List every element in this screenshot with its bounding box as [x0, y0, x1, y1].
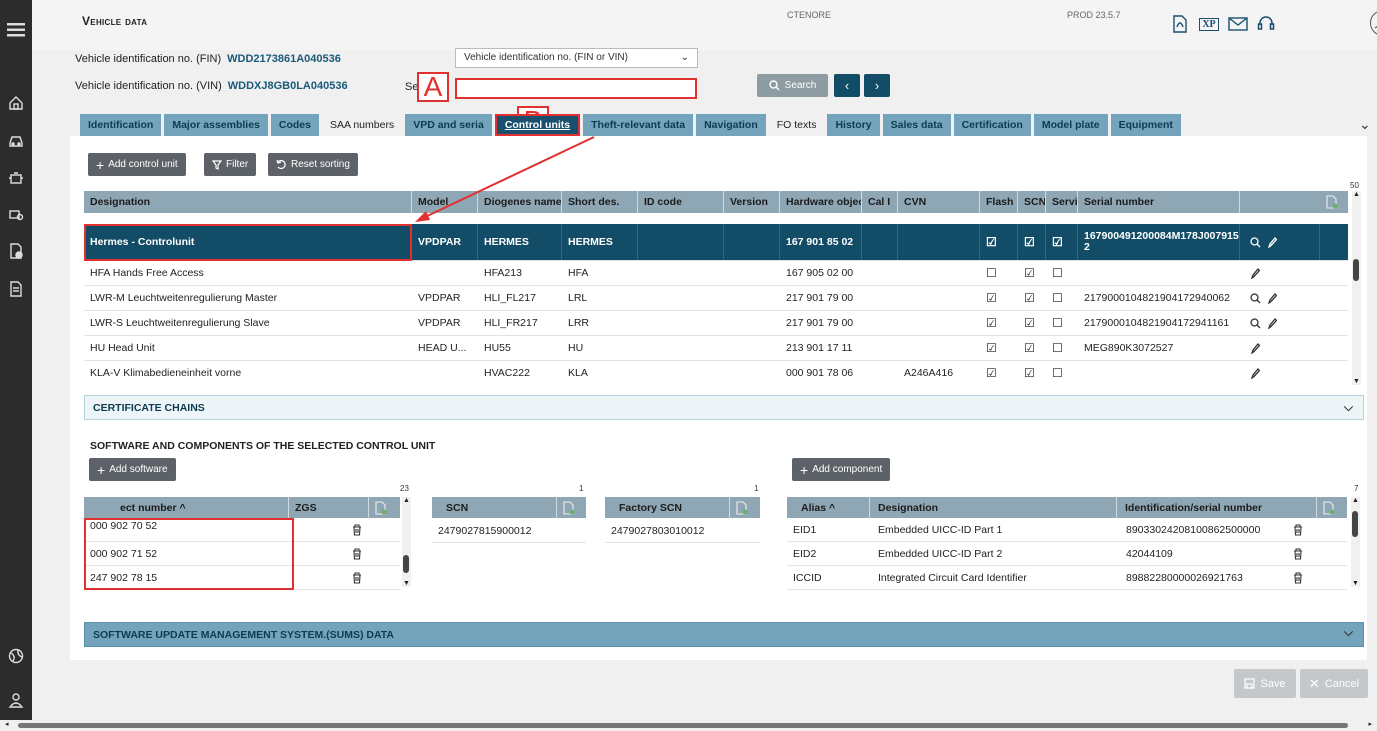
software-col-number[interactable]: ect number ^ — [84, 497, 289, 519]
software-count: 23 — [400, 484, 409, 493]
components-col-alias[interactable]: Alias ^ — [787, 497, 870, 519]
scroll-down-icon: ▼ — [1352, 580, 1359, 587]
scroll-thumb[interactable] — [1352, 511, 1358, 537]
scroll-thumb[interactable] — [18, 723, 1348, 728]
cell-serial: 89033024208100862500000 — [1126, 524, 1261, 536]
software-col-zgs[interactable]: ZGS — [289, 497, 369, 519]
scn-row: 2479027815900012 — [432, 518, 586, 543]
export-icon[interactable] — [557, 497, 586, 519]
plus-icon: + — [97, 461, 106, 478]
export-icon[interactable] — [369, 497, 400, 519]
cell-alias: EID2 — [793, 548, 817, 560]
chevron-down-icon: ⌵ — [1343, 400, 1353, 414]
scroll-up-icon: ▲ — [1352, 497, 1359, 504]
scroll-right-icon: ▸ — [1368, 721, 1372, 728]
cell-designation: Integrated Circuit Card Identifier — [878, 572, 1027, 584]
export-icon[interactable] — [1317, 497, 1347, 519]
cancel-label: Cancel — [1324, 677, 1360, 690]
scroll-up-icon: ▲ — [403, 497, 410, 504]
factory-scn-col[interactable]: Factory SCN — [605, 497, 730, 519]
trash-icon[interactable] — [1287, 542, 1303, 566]
export-icon[interactable] — [730, 497, 760, 519]
cell-alias: ICCID — [793, 572, 822, 584]
trash-icon[interactable] — [1287, 518, 1303, 542]
trash-icon[interactable] — [1287, 566, 1303, 590]
components-col-designation[interactable]: Designation — [870, 497, 1117, 519]
components-col-serial[interactable]: Identification/serial number — [1117, 497, 1317, 519]
table-row[interactable]: EID2 Embedded UICC-ID Part 2 42044109 — [787, 542, 1347, 566]
scroll-thumb[interactable] — [403, 555, 409, 573]
trash-icon[interactable] — [346, 566, 362, 590]
scroll-left-icon: ◂ — [5, 721, 9, 728]
cell-serial: 42044109 — [1126, 548, 1173, 560]
factory-scn-header: Factory SCN — [605, 497, 760, 519]
table-row[interactable]: EID1 Embedded UICC-ID Part 1 8903302420810… — [787, 518, 1347, 542]
cancel-button[interactable]: ✕ Cancel — [1300, 669, 1368, 698]
plus-icon: + — [800, 461, 809, 478]
component-count: 7 — [1354, 484, 1359, 493]
factory-scn-row: 2479027803010012 — [605, 518, 760, 543]
cell-alias: EID1 — [793, 524, 817, 536]
cell-designation: Embedded UICC-ID Part 1 — [878, 524, 1003, 536]
add-component-button[interactable]: + Add component — [792, 458, 891, 481]
highlight-box-software — [84, 518, 294, 590]
scn-value: 2479027815900012 — [438, 524, 532, 537]
cell-serial: 89882280000026921763 — [1126, 572, 1243, 584]
certificate-chains-section[interactable]: CERTIFICATE CHAINS ⌵ — [84, 395, 1364, 420]
scroll-down-icon: ▼ — [403, 580, 410, 587]
sums-section[interactable]: SOFTWARE UPDATE MANAGEMENT SYSTEM.(SUMS)… — [84, 622, 1364, 647]
chevron-down-icon: ⌵ — [1343, 625, 1353, 639]
software-section-title: SOFTWARE AND COMPONENTS OF THE SELECTED … — [90, 440, 436, 452]
trash-icon[interactable] — [346, 518, 362, 542]
close-icon: ✕ — [1308, 675, 1320, 691]
save-button[interactable]: Save — [1234, 669, 1296, 698]
add-component-label: Add component — [812, 464, 883, 475]
trash-icon[interactable] — [346, 542, 362, 566]
components-scrollbar[interactable]: ▲ ▼ — [1351, 497, 1360, 587]
sums-title: SOFTWARE UPDATE MANAGEMENT SYSTEM.(SUMS)… — [93, 628, 394, 641]
add-software-button[interactable]: + Add software — [89, 458, 176, 481]
software-scrollbar[interactable]: ▲ ▼ — [402, 497, 411, 587]
certificate-chains-title: CERTIFICATE CHAINS — [93, 401, 205, 414]
components-header: Alias ^ Designation Identification/seria… — [787, 497, 1347, 519]
software-header: ect number ^ ZGS — [84, 497, 400, 519]
add-software-label: Add software — [109, 464, 168, 475]
save-label: Save — [1260, 677, 1286, 690]
table-row[interactable]: ICCID Integrated Circuit Card Identifier 8… — [787, 566, 1347, 590]
scn-header: SCN — [432, 497, 586, 519]
save-icon — [1244, 678, 1256, 689]
factory-scn-value: 2479027803010012 — [611, 524, 705, 537]
horizontal-scrollbar[interactable]: ◂ ▸ — [0, 720, 1377, 731]
scn-col[interactable]: SCN — [432, 497, 557, 519]
cell-designation: Embedded UICC-ID Part 2 — [878, 548, 1003, 560]
factory-scn-count: 1 — [754, 484, 759, 493]
scn-count: 1 — [579, 484, 584, 493]
